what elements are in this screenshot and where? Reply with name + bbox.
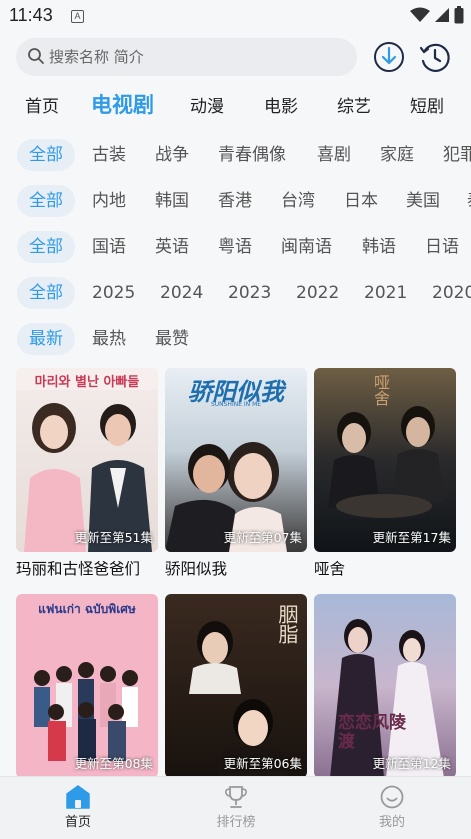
poster-image: 胭脂 更新至第06集 bbox=[165, 594, 307, 778]
category-tabs: 首页 电视剧 动漫 电影 综艺 短剧 bbox=[0, 84, 471, 124]
episode-badge: 更新至第08集 bbox=[74, 756, 153, 771]
language-chip[interactable]: 国语 bbox=[92, 231, 126, 263]
bottom-nav-label: 排行榜 bbox=[216, 815, 256, 830]
region-chip[interactable]: 全部 bbox=[17, 185, 75, 217]
status-time: 11:43 bbox=[9, 5, 53, 25]
poster-art-title: 마리와 별난 아빠들 bbox=[34, 375, 140, 390]
region-chip[interactable]: 台湾 bbox=[281, 185, 315, 217]
episode-badge: 更新至第51集 bbox=[74, 530, 153, 545]
poster-image: 哑舍 更新至第17集 bbox=[314, 368, 456, 552]
sort-chip[interactable]: 最赞 bbox=[155, 323, 189, 355]
drama-title: 骄阳似我 bbox=[165, 560, 228, 578]
poster-image: 骄阳似我 SUNSHINE IN ME 更新至第07集 bbox=[165, 368, 307, 552]
genre-chip[interactable]: 青春偶像 bbox=[218, 139, 286, 171]
search-icon bbox=[28, 48, 44, 64]
sort-filter-row: 最新 最热 最赞 bbox=[0, 323, 471, 357]
language-chip[interactable]: 韩语 bbox=[362, 231, 396, 263]
tab-movies[interactable]: 电影 bbox=[264, 92, 298, 117]
language-chip[interactable]: 英语 bbox=[155, 231, 189, 263]
status-icons bbox=[410, 6, 464, 24]
genre-chip[interactable]: 战争 bbox=[155, 139, 189, 171]
episode-badge: 更新至第17集 bbox=[372, 530, 451, 545]
bottom-nav-profile[interactable]: 我的 bbox=[352, 785, 432, 830]
tab-anime[interactable]: 动漫 bbox=[190, 92, 224, 117]
drama-title: 玛丽和古怪爸爸们 bbox=[16, 560, 141, 578]
year-chip[interactable]: 2023 bbox=[228, 277, 271, 309]
bottom-nav-ranking[interactable]: 排行榜 bbox=[196, 785, 276, 830]
year-chip[interactable]: 2021 bbox=[364, 277, 407, 309]
genre-chip[interactable]: 家庭 bbox=[380, 139, 414, 171]
episode-badge: 更新至第07集 bbox=[223, 530, 302, 545]
download-icon[interactable] bbox=[372, 40, 406, 74]
poster-image: 恋恋风陵渡 更新至第12集 bbox=[314, 594, 456, 778]
region-chip[interactable]: 内地 bbox=[92, 185, 126, 217]
language-chip[interactable]: 日语 bbox=[425, 231, 459, 263]
wifi-icon bbox=[410, 7, 430, 22]
search-row: 搜索名称 简介 bbox=[0, 38, 471, 78]
region-chip[interactable]: 泰 bbox=[467, 185, 471, 217]
bottom-navigation: 首页 排行榜 我的 bbox=[0, 776, 471, 839]
year-filter-row: 全部 2025 2024 2023 2022 2021 2020 bbox=[0, 277, 471, 311]
year-chip[interactable]: 2025 bbox=[92, 277, 135, 309]
episode-badge: 更新至第12集 bbox=[372, 756, 451, 771]
genre-chip[interactable]: 喜剧 bbox=[317, 139, 351, 171]
language-chip[interactable]: 全部 bbox=[17, 231, 75, 263]
year-chip[interactable]: 全部 bbox=[17, 277, 75, 309]
poster-art-title: แฟนเก่า ฉบับพิเศษ bbox=[38, 602, 136, 616]
tab-variety[interactable]: 综艺 bbox=[337, 92, 371, 117]
poster-art-title: 恋恋风陵渡 bbox=[338, 713, 406, 752]
home-icon bbox=[66, 785, 90, 809]
cellular-signal-icon bbox=[435, 8, 449, 22]
genre-chip[interactable]: 犯罪 bbox=[443, 139, 471, 171]
year-chip[interactable]: 2020 bbox=[432, 277, 471, 309]
region-chip[interactable]: 香港 bbox=[218, 185, 252, 217]
bottom-nav-label: 首页 bbox=[64, 815, 91, 830]
smile-icon bbox=[380, 785, 404, 809]
region-chip[interactable]: 韩国 bbox=[155, 185, 189, 217]
poster-art-subtitle: SUNSHINE IN ME bbox=[210, 401, 262, 408]
trophy-icon bbox=[225, 786, 247, 808]
poster-art-title: 胭脂 bbox=[275, 604, 299, 644]
language-filter-row: 全部 国语 英语 粤语 闽南语 韩语 日语 bbox=[0, 231, 471, 265]
genre-chip[interactable]: 古装 bbox=[92, 139, 126, 171]
sort-chip[interactable]: 最热 bbox=[92, 323, 126, 355]
year-chip[interactable]: 2024 bbox=[160, 277, 203, 309]
tab-home[interactable]: 首页 bbox=[25, 92, 59, 117]
genre-filter-row: 全部 古装 战争 青春偶像 喜剧 家庭 犯罪 bbox=[0, 139, 471, 173]
history-icon[interactable] bbox=[418, 40, 452, 74]
bottom-nav-home[interactable]: 首页 bbox=[38, 785, 118, 830]
notification-icon: A bbox=[71, 10, 84, 23]
drama-title: 哑舍 bbox=[314, 560, 346, 578]
year-chip[interactable]: 2022 bbox=[296, 277, 339, 309]
poster-image: 마리와 별난 아빠들 更新至第51集 bbox=[16, 368, 158, 552]
genre-chip[interactable]: 全部 bbox=[17, 139, 75, 171]
tab-tv-series[interactable]: 电视剧 bbox=[91, 89, 154, 119]
bottom-nav-label: 我的 bbox=[378, 815, 405, 830]
region-filter-row: 全部 内地 韩国 香港 台湾 日本 美国 泰 bbox=[0, 185, 471, 219]
language-chip[interactable]: 粤语 bbox=[218, 231, 252, 263]
tab-short-drama[interactable]: 短剧 bbox=[410, 92, 444, 117]
poster-image: แฟนเก่า ฉบับพิเศษ 更新至第08集 bbox=[16, 594, 158, 778]
battery-icon bbox=[454, 6, 464, 24]
status-bar: 11:43 A bbox=[0, 0, 471, 34]
search-placeholder: 搜索名称 简介 bbox=[49, 48, 144, 66]
search-input[interactable]: 搜索名称 简介 bbox=[16, 38, 357, 76]
sort-chip[interactable]: 最新 bbox=[17, 323, 75, 355]
episode-badge: 更新至第06集 bbox=[223, 756, 302, 771]
region-chip[interactable]: 美国 bbox=[406, 185, 440, 217]
region-chip[interactable]: 日本 bbox=[344, 185, 378, 217]
poster-art-title: 哑舍 bbox=[371, 374, 390, 406]
language-chip[interactable]: 闽南语 bbox=[281, 231, 332, 263]
